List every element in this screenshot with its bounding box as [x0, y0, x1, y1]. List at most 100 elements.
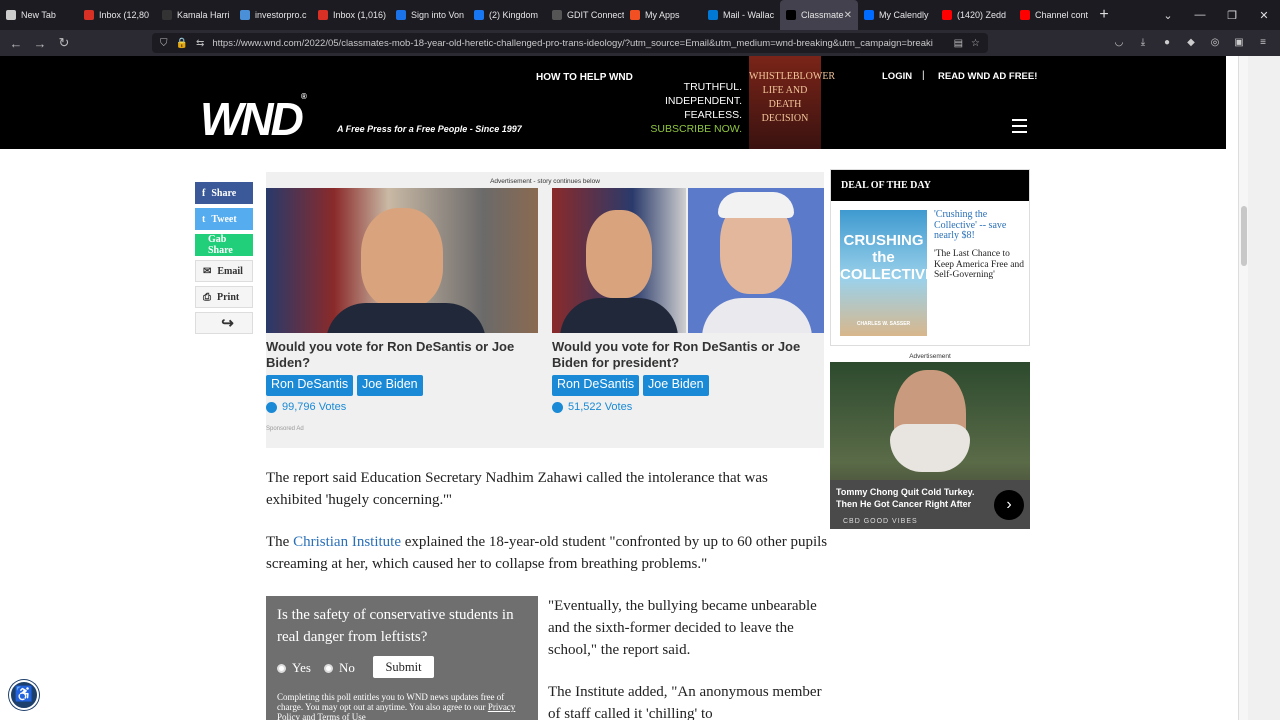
- shield-icon[interactable]: ⛉: [160, 38, 168, 49]
- reload-icon[interactable]: ↻: [52, 35, 76, 51]
- vote-biden-button[interactable]: Joe Biden: [643, 375, 709, 396]
- print-button[interactable]: ⎙ Print: [195, 286, 253, 308]
- wnd-logo[interactable]: WND®: [200, 92, 307, 146]
- bookmark-star-icon[interactable]: ☆: [971, 38, 980, 49]
- christian-institute-link[interactable]: Christian Institute: [293, 534, 401, 550]
- promo-line: INDEPENDENT.: [664, 95, 742, 107]
- vote-biden-button[interactable]: Joe Biden: [357, 375, 423, 396]
- accessibility-icon[interactable]: ♿: [9, 680, 39, 710]
- extension-icon[interactable]: ●: [1160, 35, 1174, 49]
- share-email-button[interactable]: ✉ Email: [195, 260, 253, 282]
- biden-photo[interactable]: [688, 188, 824, 333]
- share-label: Tweet: [211, 213, 237, 225]
- extension-icon[interactable]: ▣: [1232, 35, 1246, 49]
- permissions-icon[interactable]: ⇆: [196, 38, 204, 49]
- vote-desantis-button[interactable]: Ron DeSantis: [266, 375, 354, 396]
- web-page: WND® A Free Press for a Free People - Si…: [0, 56, 1238, 720]
- radio-button[interactable]: [277, 663, 286, 673]
- new-tab-button[interactable]: +: [1092, 6, 1116, 24]
- back-icon[interactable]: ←: [4, 36, 28, 51]
- browser-tab[interactable]: Inbox (12,80: [78, 0, 156, 30]
- browser-tab[interactable]: investorpro.c: [234, 0, 312, 30]
- share-twitter-button[interactable]: t Tweet: [195, 208, 253, 230]
- deal-link[interactable]: 'Crushing the Collective' -- save nearly…: [934, 209, 1026, 242]
- favicon-icon: [786, 10, 796, 20]
- site-header: WND® A Free Press for a Free People - Si…: [0, 56, 1226, 149]
- pocket-icon[interactable]: ◡: [1112, 35, 1126, 49]
- lock-icon[interactable]: 🔒: [176, 38, 188, 49]
- desantis-photo[interactable]: [552, 188, 686, 333]
- browser-tab[interactable]: My Apps: [624, 0, 702, 30]
- option-label[interactable]: Yes: [292, 660, 311, 676]
- how-to-help-link[interactable]: HOW TO HELP WND: [536, 72, 633, 83]
- scrollbar-track[interactable]: [1238, 56, 1248, 720]
- share-label: Print: [217, 291, 240, 303]
- video-ad[interactable]: Tommy Chong Quit Cold Turkey. Then He Go…: [830, 362, 1030, 529]
- ad-brand: CBD GOOD VIBES: [843, 518, 918, 525]
- book-cover-image[interactable]: CRUSHING the COLLECTIVE CHARLES W. SASSER: [840, 210, 935, 336]
- browser-tab[interactable]: Channel cont: [1014, 0, 1092, 30]
- reader-view-icon[interactable]: ▤: [954, 38, 963, 49]
- radio-button[interactable]: [324, 663, 333, 673]
- forward-icon[interactable]: →: [28, 36, 52, 51]
- browser-tab[interactable]: New Tab: [0, 0, 78, 30]
- browser-tab[interactable]: (1420) Zedd: [936, 0, 1014, 30]
- close-icon[interactable]: ✕: [1248, 0, 1280, 30]
- more-share-button[interactable]: ↪: [195, 312, 253, 334]
- tab-label: Channel cont: [1035, 10, 1089, 20]
- minimize-icon[interactable]: —: [1184, 0, 1216, 30]
- browser-tab[interactable]: GDIT Connect: [546, 0, 624, 30]
- ad-free-link[interactable]: READ WND AD FREE!: [938, 71, 1037, 82]
- favicon-icon: [318, 10, 328, 20]
- tab-label: My Apps: [645, 10, 680, 20]
- browser-tab[interactable]: Kamala Harri: [156, 0, 234, 30]
- browser-tab[interactable]: Mail - Wallac: [702, 0, 780, 30]
- scrollbar-thumb[interactable]: [1241, 206, 1247, 266]
- subscribe-promo[interactable]: TRUTHFUL. INDEPENDENT. FEARLESS. SUBSCRI…: [640, 80, 742, 136]
- share-label: Gab Share: [208, 234, 233, 256]
- favicon-icon: [630, 10, 640, 20]
- login-link[interactable]: LOGIN: [882, 71, 912, 82]
- desantis-photo[interactable]: [266, 188, 538, 333]
- url-text[interactable]: https://www.wnd.com/2022/05/classmates-m…: [212, 38, 953, 49]
- promo-line: TRUTHFUL.: [683, 81, 742, 93]
- close-tab-icon[interactable]: ✕: [844, 10, 852, 21]
- option-label[interactable]: No: [339, 660, 355, 676]
- poll-submit-button[interactable]: Submit: [373, 656, 434, 678]
- hamburger-menu-icon[interactable]: [1012, 119, 1027, 137]
- poll-option-no[interactable]: No: [324, 660, 355, 676]
- browser-tab[interactable]: Inbox (1,016): [312, 0, 390, 30]
- ad-headline[interactable]: Tommy Chong Quit Cold Turkey. Then He Go…: [836, 486, 986, 510]
- poll-question[interactable]: Would you vote for Ron DeSantis or Joe B…: [266, 339, 536, 371]
- extension-icon[interactable]: ◆: [1184, 35, 1198, 49]
- subscribe-link[interactable]: SUBSCRIBE NOW.: [640, 122, 742, 136]
- extension-icon[interactable]: ◎: [1208, 35, 1222, 49]
- ad-caption: Advertisement: [909, 353, 951, 360]
- deal-heading: DEAL OF THE DAY: [831, 170, 1029, 201]
- poll-question[interactable]: Would you vote for Ron DeSantis or Joe B…: [552, 339, 822, 371]
- chevron-down-icon[interactable]: ⌄: [1152, 0, 1184, 30]
- scrollbar[interactable]: [1238, 56, 1280, 720]
- download-icon[interactable]: ⤓: [1136, 35, 1150, 49]
- browser-tab[interactable]: (2) Kingdom: [468, 0, 546, 30]
- book-cover-image[interactable]: WHISTLEBLOWER LIFE AND DEATH DECISION: [749, 56, 835, 149]
- share-facebook-button[interactable]: f Share: [195, 182, 253, 204]
- menu-icon[interactable]: ≡: [1256, 35, 1270, 49]
- favicon-icon: [84, 10, 94, 20]
- logo-text[interactable]: WND: [200, 93, 304, 145]
- share-gab-button[interactable]: Gab Share: [195, 234, 253, 256]
- browser-tab[interactable]: Classmate ✕: [780, 0, 858, 30]
- chevron-right-icon[interactable]: ›: [994, 490, 1024, 520]
- vote-desantis-button[interactable]: Ron DeSantis: [552, 375, 640, 396]
- poll-option-yes[interactable]: Yes: [277, 660, 311, 676]
- url-bar[interactable]: ⛉ 🔒 ⇆ https://www.wnd.com/2022/05/classm…: [152, 33, 988, 53]
- tab-label: (2) Kingdom: [489, 10, 539, 20]
- favicon-icon: [1020, 10, 1030, 20]
- browser-tab[interactable]: Sign into Von: [390, 0, 468, 30]
- nav-bar: ← → ↻ ⛉ 🔒 ⇆ https://www.wnd.com/2022/05/…: [0, 30, 1280, 56]
- votes-icon: [552, 401, 563, 413]
- browser-tab[interactable]: My Calendly: [858, 0, 936, 30]
- sponsored-poll-ad: Advertisement - story continues below Wo…: [266, 172, 824, 448]
- article-paragraph: The Institute added, "An anonymous membe…: [548, 684, 822, 720]
- restore-icon[interactable]: ❐: [1216, 0, 1248, 30]
